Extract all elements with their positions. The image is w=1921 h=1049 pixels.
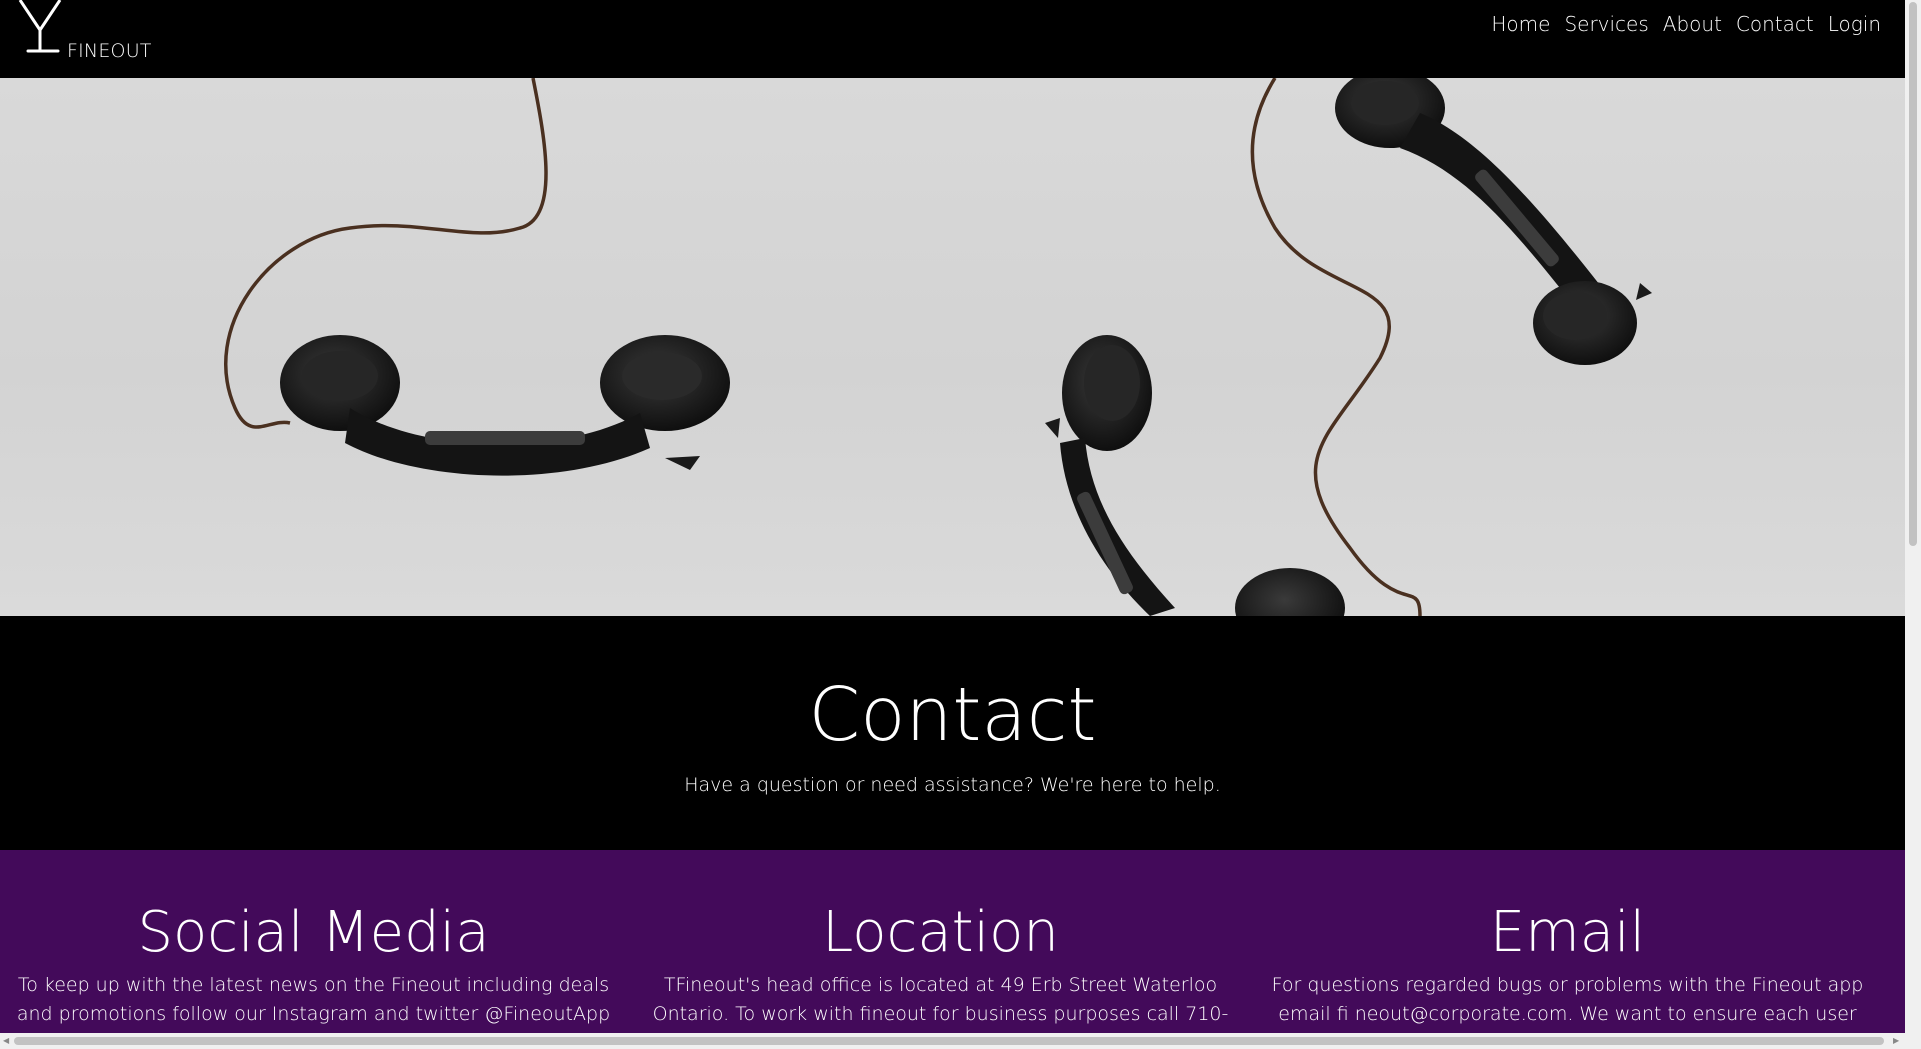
- telephone-handsets-illustration: [224, 78, 1652, 616]
- scroll-left-icon[interactable]: ◀: [3, 1036, 9, 1045]
- handset-left: [280, 335, 730, 476]
- page: FINEOUT Home Services About Contact Logi…: [0, 0, 1905, 1033]
- scroll-right-icon[interactable]: ▶: [1893, 1036, 1899, 1045]
- handset-right: [1335, 78, 1652, 365]
- email-title: Email: [1489, 900, 1646, 965]
- horizontal-scrollbar-thumb[interactable]: [14, 1037, 1884, 1045]
- info-section: Social Media To keep up with the latest …: [0, 850, 1905, 1033]
- nav-about[interactable]: About: [1663, 12, 1722, 36]
- main-nav: Home Services About Contact Login: [1491, 12, 1881, 36]
- nav-home[interactable]: Home: [1491, 12, 1550, 36]
- social-media-column: Social Media To keep up with the latest …: [0, 850, 627, 1033]
- location-title: Location: [822, 900, 1059, 965]
- hero-image: [0, 78, 1905, 616]
- vertical-scrollbar-thumb[interactable]: [1909, 2, 1917, 546]
- vertical-scrollbar[interactable]: [1905, 0, 1921, 1033]
- scrollbar-corner: [1905, 1033, 1921, 1049]
- email-column: Email For questions regarded bugs or pro…: [1254, 850, 1881, 1033]
- email-text: For questions regarded bugs or problems …: [1271, 973, 1864, 1033]
- contact-subtitle: Have a question or need assistance? We'r…: [684, 774, 1221, 796]
- contact-section: Contact Have a question or need assistan…: [0, 616, 1905, 850]
- brand-name[interactable]: FINEOUT: [67, 40, 152, 62]
- social-media-text: To keep up with the latest news on the F…: [16, 973, 611, 1033]
- nav-login[interactable]: Login: [1828, 12, 1881, 36]
- contact-title: Contact: [808, 672, 1097, 758]
- horizontal-scrollbar[interactable]: ◀ ▶: [0, 1033, 1905, 1049]
- nav-services[interactable]: Services: [1564, 12, 1648, 36]
- navbar: FINEOUT Home Services About Contact Logi…: [0, 0, 1905, 78]
- nav-contact[interactable]: Contact: [1736, 12, 1814, 36]
- handset-center: [1045, 335, 1345, 616]
- location-column: Location TFineout's head office is locat…: [627, 850, 1254, 1033]
- social-media-title: Social Media: [137, 900, 490, 965]
- location-text: TFineout's head office is located at 49 …: [652, 973, 1229, 1033]
- cocktail-glass-icon[interactable]: [18, 0, 64, 56]
